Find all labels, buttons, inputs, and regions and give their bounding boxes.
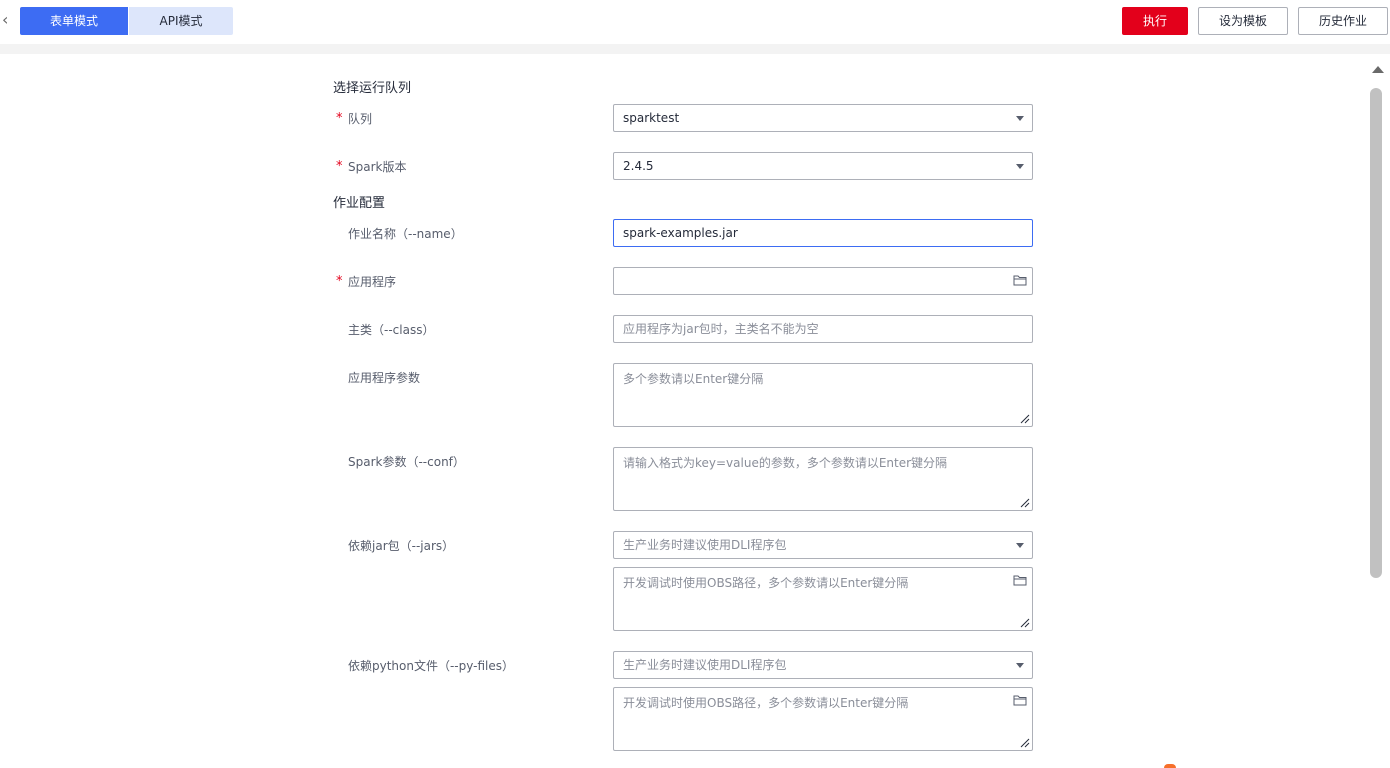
- chevron-down-icon: [1016, 116, 1024, 121]
- chevron-down-icon: [1016, 663, 1024, 668]
- job-name-input[interactable]: spark-examples.jar: [613, 219, 1033, 247]
- main-class-placeholder: 应用程序为jar包时，主类名不能为空: [623, 322, 819, 336]
- app-args-label: 应用程序参数: [348, 371, 421, 385]
- main-class-label: 主类（--class）: [348, 323, 435, 337]
- required-mark: *: [336, 159, 343, 174]
- jars-select[interactable]: 生产业务时建议使用DLI程序包: [613, 531, 1033, 559]
- scroll-up-arrow-icon[interactable]: [1372, 66, 1384, 73]
- top-toolbar: ‹ 表单模式 API模式 执行 设为模板 历史作业: [0, 0, 1390, 44]
- section-title-job-config: 作业配置: [333, 196, 386, 211]
- spark-version-label: Spark版本: [348, 160, 407, 174]
- vertical-scrollbar[interactable]: [1366, 54, 1390, 768]
- save-template-button[interactable]: 设为模板: [1198, 7, 1288, 35]
- app-args-textarea[interactable]: 多个参数请以Enter键分隔: [613, 363, 1033, 427]
- folder-icon[interactable]: [1013, 274, 1027, 286]
- tab-api-mode[interactable]: API模式: [129, 7, 233, 35]
- chevron-down-icon: [1016, 164, 1024, 169]
- required-mark: *: [336, 111, 343, 126]
- spark-version-select[interactable]: 2.4.5: [613, 152, 1033, 180]
- app-args-placeholder: 多个参数请以Enter键分隔: [623, 372, 764, 386]
- resize-handle-icon[interactable]: [1020, 414, 1030, 424]
- tab-form-mode[interactable]: 表单模式: [20, 7, 128, 35]
- queue-label: 队列: [348, 112, 373, 126]
- job-name-value: spark-examples.jar: [623, 226, 738, 240]
- form-panel: 选择运行队列 * 队列 sparktest * Spark版本 2.4.5 作业…: [0, 54, 1366, 768]
- spark-conf-textarea[interactable]: 请输入格式为key=value的参数，多个参数请以Enter键分隔: [613, 447, 1033, 511]
- chevron-down-icon: [1016, 543, 1024, 548]
- run-button[interactable]: 执行: [1122, 7, 1188, 35]
- jars-path-textarea[interactable]: 开发调试时使用OBS路径，多个参数请以Enter键分隔: [613, 567, 1033, 631]
- pyfiles-path-textarea[interactable]: 开发调试时使用OBS路径，多个参数请以Enter键分隔: [613, 687, 1033, 751]
- queue-value: sparktest: [623, 111, 680, 125]
- main-class-input[interactable]: 应用程序为jar包时，主类名不能为空: [613, 315, 1033, 343]
- folder-icon[interactable]: [1013, 574, 1027, 586]
- spark-conf-placeholder: 请输入格式为key=value的参数，多个参数请以Enter键分隔: [623, 456, 948, 470]
- jars-select-placeholder: 生产业务时建议使用DLI程序包: [623, 538, 787, 552]
- history-jobs-button[interactable]: 历史作业: [1298, 7, 1388, 35]
- queue-select[interactable]: sparktest: [613, 104, 1033, 132]
- pyfiles-select[interactable]: 生产业务时建议使用DLI程序包: [613, 651, 1033, 679]
- spark-version-value: 2.4.5: [623, 159, 654, 173]
- chevron-left-icon[interactable]: ‹: [2, 10, 14, 30]
- application-label: 应用程序: [348, 275, 397, 289]
- jars-path-placeholder: 开发调试时使用OBS路径，多个参数请以Enter键分隔: [623, 576, 909, 590]
- resize-handle-icon[interactable]: [1020, 738, 1030, 748]
- required-mark: *: [336, 274, 343, 289]
- pyfiles-label: 依赖python文件（--py-files）: [348, 659, 515, 673]
- scrollbar-thumb[interactable]: [1370, 88, 1382, 578]
- resize-handle-icon[interactable]: [1020, 618, 1030, 628]
- jars-label: 依赖jar包（--jars）: [348, 539, 455, 553]
- pyfiles-select-placeholder: 生产业务时建议使用DLI程序包: [623, 658, 787, 672]
- job-name-label: 作业名称（--name）: [348, 227, 463, 241]
- floating-assistant-icon[interactable]: [1164, 764, 1176, 768]
- resize-handle-icon[interactable]: [1020, 498, 1030, 508]
- header-divider: [0, 44, 1390, 54]
- application-input[interactable]: [613, 267, 1033, 295]
- folder-icon[interactable]: [1013, 694, 1027, 706]
- spark-conf-label: Spark参数（--conf）: [348, 455, 465, 469]
- pyfiles-path-placeholder: 开发调试时使用OBS路径，多个参数请以Enter键分隔: [623, 696, 909, 710]
- section-title-queue: 选择运行队列: [333, 81, 412, 96]
